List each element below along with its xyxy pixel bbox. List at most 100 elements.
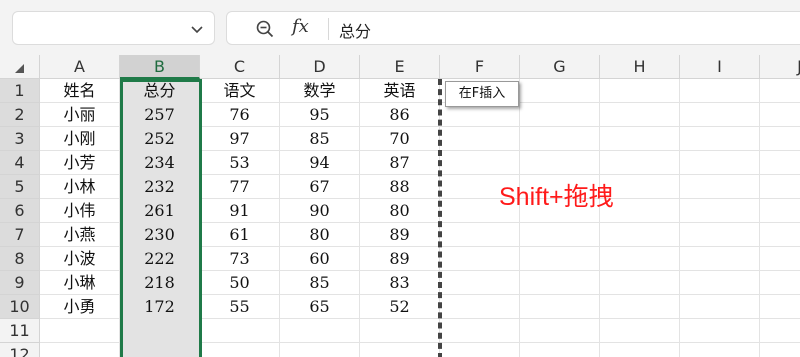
cell-d12[interactable] [280,343,360,357]
column-header-h[interactable]: H [600,55,680,79]
cell-e6[interactable]: 80 [360,199,440,223]
cell-g11[interactable] [520,319,600,343]
cell-g1[interactable] [520,79,600,103]
cell-f9[interactable] [440,271,520,295]
cell-h10[interactable] [600,295,680,319]
column-header-g[interactable]: G [520,55,600,79]
cell-a9[interactable]: 小琳 [40,271,120,295]
cell-f12[interactable] [440,343,520,357]
cell-e9[interactable]: 83 [360,271,440,295]
cell-i6[interactable] [680,199,760,223]
column-header-b[interactable]: B [120,55,200,79]
formula-content[interactable]: 总分 [339,18,371,42]
column-header-d[interactable]: D [280,55,360,79]
cell-e10[interactable]: 52 [360,295,440,319]
cell-g9[interactable] [520,271,600,295]
cell-e2[interactable]: 86 [360,103,440,127]
cell-d2[interactable]: 95 [280,103,360,127]
cell-c2[interactable]: 76 [200,103,280,127]
cell-h3[interactable] [600,127,680,151]
cell-c9[interactable]: 50 [200,271,280,295]
cell-h8[interactable] [600,247,680,271]
cell-a7[interactable]: 小燕 [40,223,120,247]
cell-j12[interactable] [760,343,800,357]
cell-f10[interactable] [440,295,520,319]
cell-d1[interactable]: 数学 [280,79,360,103]
cell-h9[interactable] [600,271,680,295]
row-header-7[interactable]: 7 [0,223,40,247]
cell-i7[interactable] [680,223,760,247]
row-header-10[interactable]: 10 [0,295,40,319]
cell-h2[interactable] [600,103,680,127]
cell-j11[interactable] [760,319,800,343]
cell-f8[interactable] [440,247,520,271]
cell-j5[interactable] [760,175,800,199]
cell-i8[interactable] [680,247,760,271]
select-all-corner[interactable] [0,55,40,79]
cell-h12[interactable] [600,343,680,357]
cell-d7[interactable]: 80 [280,223,360,247]
row-header-6[interactable]: 6 [0,199,40,223]
cell-f3[interactable] [440,127,520,151]
cell-h7[interactable] [600,223,680,247]
cell-i3[interactable] [680,127,760,151]
cell-c11[interactable] [200,319,280,343]
column-header-j[interactable]: J [760,55,800,79]
cell-e3[interactable]: 70 [360,127,440,151]
cell-a5[interactable]: 小林 [40,175,120,199]
cell-i11[interactable] [680,319,760,343]
cell-c6[interactable]: 91 [200,199,280,223]
cell-j6[interactable] [760,199,800,223]
cell-i5[interactable] [680,175,760,199]
function-button[interactable]: fx [292,16,309,37]
cell-g2[interactable] [520,103,600,127]
cell-g7[interactable] [520,223,600,247]
cell-e1[interactable]: 英语 [360,79,440,103]
spreadsheet-grid[interactable]: A B C D E F G H I J 1 姓名 总分 语文 数学 英语 2 小丽 257 76 95 86 3 小刚 252 9… [0,55,800,357]
cell-c12[interactable] [200,343,280,357]
cell-i10[interactable] [680,295,760,319]
cell-f4[interactable] [440,151,520,175]
cell-e12[interactable] [360,343,440,357]
cell-f7[interactable] [440,223,520,247]
row-header-4[interactable]: 4 [0,151,40,175]
cell-d8[interactable]: 60 [280,247,360,271]
cell-h4[interactable] [600,151,680,175]
cell-j7[interactable] [760,223,800,247]
row-header-5[interactable]: 5 [0,175,40,199]
cell-a12[interactable] [40,343,120,357]
column-header-f[interactable]: F [440,55,520,79]
cell-e8[interactable]: 89 [360,247,440,271]
cell-c10[interactable]: 55 [200,295,280,319]
cell-e5[interactable]: 88 [360,175,440,199]
row-header-9[interactable]: 9 [0,271,40,295]
cell-j3[interactable] [760,127,800,151]
row-header-11[interactable]: 11 [0,319,40,343]
cell-g10[interactable] [520,295,600,319]
cell-d9[interactable]: 85 [280,271,360,295]
cell-g3[interactable] [520,127,600,151]
cell-h11[interactable] [600,319,680,343]
row-header-12[interactable]: 12 [0,343,40,357]
cell-a2[interactable]: 小丽 [40,103,120,127]
cell-i12[interactable] [680,343,760,357]
cell-c7[interactable]: 61 [200,223,280,247]
cell-e4[interactable]: 87 [360,151,440,175]
name-box[interactable] [12,11,215,45]
cell-c3[interactable]: 97 [200,127,280,151]
column-header-a[interactable]: A [40,55,120,79]
cell-i2[interactable] [680,103,760,127]
cell-i1[interactable] [680,79,760,103]
cell-h1[interactable] [600,79,680,103]
cell-c8[interactable]: 73 [200,247,280,271]
cell-j8[interactable] [760,247,800,271]
cell-i4[interactable] [680,151,760,175]
cell-d3[interactable]: 85 [280,127,360,151]
cell-a1[interactable]: 姓名 [40,79,120,103]
cell-j4[interactable] [760,151,800,175]
cell-a3[interactable]: 小刚 [40,127,120,151]
chevron-down-icon[interactable] [190,22,204,36]
formula-bar[interactable]: fx 总分 [226,11,800,45]
row-header-1[interactable]: 1 [0,79,40,103]
cell-a6[interactable]: 小伟 [40,199,120,223]
